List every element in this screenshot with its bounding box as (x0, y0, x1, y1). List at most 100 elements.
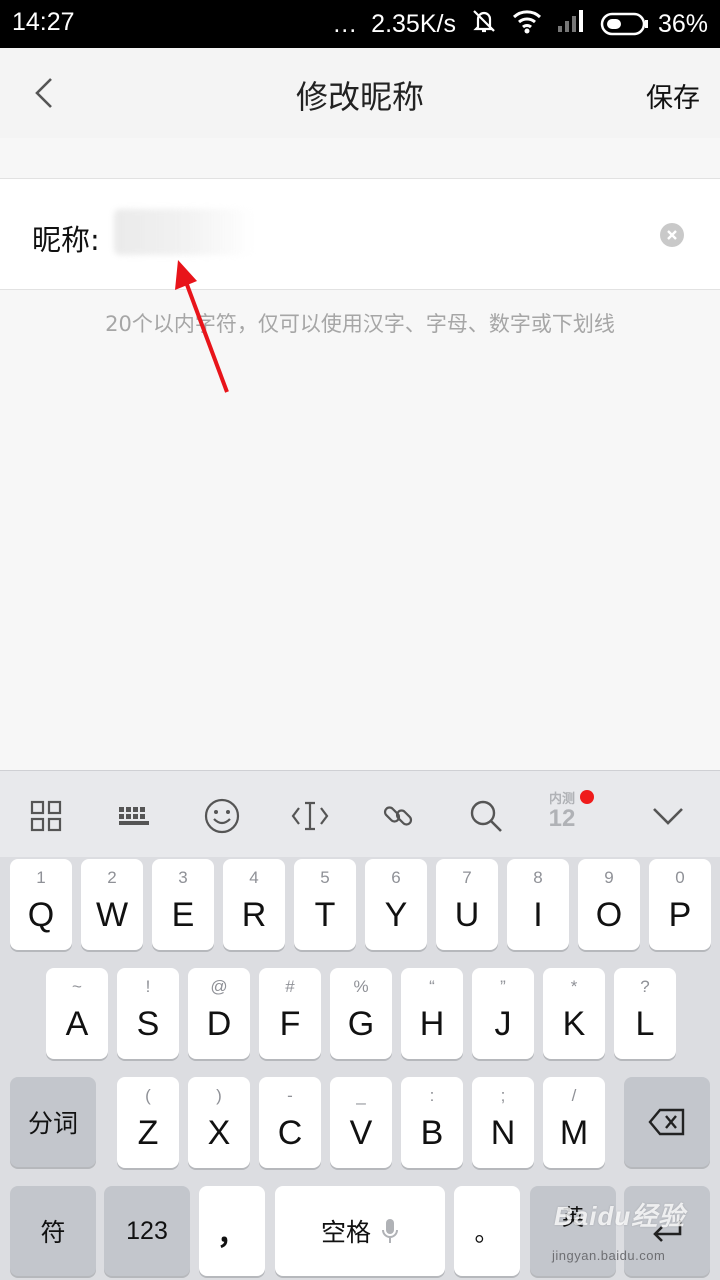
status-bar: 14:27 ... 2.35K/s 36% (0, 0, 720, 48)
network-speed: 2.35K/s (371, 9, 456, 38)
key-primary-label: U (454, 896, 480, 934)
key-s[interactable]: ! S (117, 968, 179, 1059)
key-k[interactable]: * K (543, 968, 605, 1059)
key-n[interactable]: ; N (472, 1077, 534, 1168)
link-button[interactable] (375, 793, 421, 839)
search-icon (470, 800, 502, 832)
keyboard-toolbar: 内测 12 (0, 771, 720, 857)
nickname-input[interactable] (114, 209, 254, 255)
period-key[interactable]: 。 (454, 1186, 520, 1276)
key-x[interactable]: ) X (188, 1077, 250, 1168)
key-d[interactable]: @ D (188, 968, 250, 1059)
cursor-icon (291, 801, 329, 831)
key-secondary-label: ~ (72, 977, 82, 996)
space-key[interactable]: 空格 (275, 1186, 445, 1276)
key-primary-label: M (559, 1114, 589, 1152)
signal-icon (556, 8, 586, 41)
key-secondary-label: # (285, 977, 295, 996)
key-secondary-label: 3 (178, 868, 188, 887)
key-primary-label: J (494, 1005, 512, 1043)
save-button[interactable]: 保存 (646, 76, 700, 115)
comma-key[interactable]: ， (199, 1186, 265, 1276)
wifi-icon (512, 8, 542, 41)
key-primary-label: D (206, 1005, 232, 1043)
backspace-icon-wrap (624, 1077, 710, 1167)
key-m[interactable]: / M (543, 1077, 605, 1168)
watermark-brand: Baidu经验 (554, 1201, 686, 1231)
key-primary-label: T (314, 896, 336, 934)
key-secondary-label: - (287, 1086, 293, 1105)
nickname-label: 昵称: (32, 223, 100, 257)
key-primary-label: X (207, 1114, 231, 1152)
key-u[interactable]: 7U (436, 859, 498, 950)
keyboard-layout-button[interactable] (111, 793, 157, 839)
key-v[interactable]: _ V (330, 1077, 392, 1168)
key-primary-label: Z (137, 1114, 159, 1152)
beta-badge-number: 12 (548, 805, 576, 832)
key-l[interactable]: ? L (614, 968, 676, 1059)
key-b[interactable]: :B (401, 1077, 463, 1168)
key-secondary-label: ) (216, 1086, 222, 1105)
key-z[interactable]: (Z (117, 1077, 179, 1168)
key-a[interactable]: ~ A (46, 968, 108, 1059)
key-secondary-label: ? (640, 977, 650, 996)
collapse-keyboard-button[interactable] (645, 793, 691, 839)
backspace-icon (648, 1108, 685, 1136)
link-icon (383, 806, 413, 826)
key-primary-label: S (136, 1005, 160, 1043)
nickname-field-row: 昵称: (0, 178, 720, 290)
key-secondary-label: ; (500, 1086, 506, 1105)
key-j[interactable]: ” J (472, 968, 534, 1059)
key-o[interactable]: 9O (578, 859, 640, 950)
search-button[interactable] (463, 793, 509, 839)
key-w[interactable]: 2W (81, 859, 143, 950)
backspace-key[interactable] (624, 1077, 710, 1167)
key-secondary-label: ” (500, 977, 506, 996)
key-primary-label: E (171, 896, 195, 934)
key-secondary-label: 2 (107, 868, 117, 887)
cursor-button[interactable] (287, 793, 333, 839)
key-secondary-label: * (570, 977, 578, 996)
key-secondary-label: 4 (249, 868, 259, 887)
key-primary-label: C (277, 1114, 303, 1152)
key-primary-label: H (419, 1005, 445, 1043)
key-t[interactable]: 5T (294, 859, 356, 950)
key-secondary-label: _ (356, 1086, 366, 1105)
grid-button[interactable] (23, 793, 69, 839)
battery-status: 36% (600, 10, 708, 39)
key-secondary-label: 0 (675, 868, 685, 887)
key-e[interactable]: 3E (152, 859, 214, 950)
status-icons: ... 2.35K/s 36% (333, 6, 708, 42)
symbols-key[interactable]: 符 (10, 1186, 96, 1276)
key-q[interactable]: 1Q (10, 859, 72, 950)
key-i[interactable]: 8I (507, 859, 569, 950)
key-y[interactable]: 6Y (365, 859, 427, 950)
comma-key-label: ， (217, 1218, 247, 1251)
key-g[interactable]: % G (330, 968, 392, 1059)
key-secondary-label: 8 (533, 868, 543, 887)
notification-dots: ... (333, 9, 358, 38)
grid-icon (30, 800, 62, 832)
clear-icon (660, 223, 684, 247)
key-secondary-label: 1 (36, 868, 46, 887)
key-c[interactable]: -C (259, 1077, 321, 1168)
key-primary-label: F (279, 1005, 301, 1043)
numbers-key[interactable]: 123 (104, 1186, 190, 1276)
key-secondary-label: 9 (604, 868, 614, 887)
clear-button[interactable] (659, 222, 685, 252)
emoji-button[interactable] (199, 793, 245, 839)
key-f[interactable]: # F (259, 968, 321, 1059)
watermark: Baidu经验 jingyan.baidu.com (548, 1196, 720, 1280)
beta-badge[interactable]: 内测 12 (542, 791, 582, 841)
segment-key[interactable]: 分词 (10, 1077, 96, 1167)
notification-dot (580, 790, 594, 804)
space-key-content: 空格 (275, 1186, 445, 1276)
key-secondary-label: % (353, 977, 369, 996)
key-primary-label: W (95, 896, 129, 934)
key-r[interactable]: 4R (223, 859, 285, 950)
numbers-key-label: 123 (126, 1216, 168, 1245)
key-p[interactable]: 0P (649, 859, 711, 950)
period-key-label: 。 (474, 1219, 500, 1247)
key-primary-label: G (347, 1005, 375, 1043)
key-h[interactable]: “H (401, 968, 463, 1059)
